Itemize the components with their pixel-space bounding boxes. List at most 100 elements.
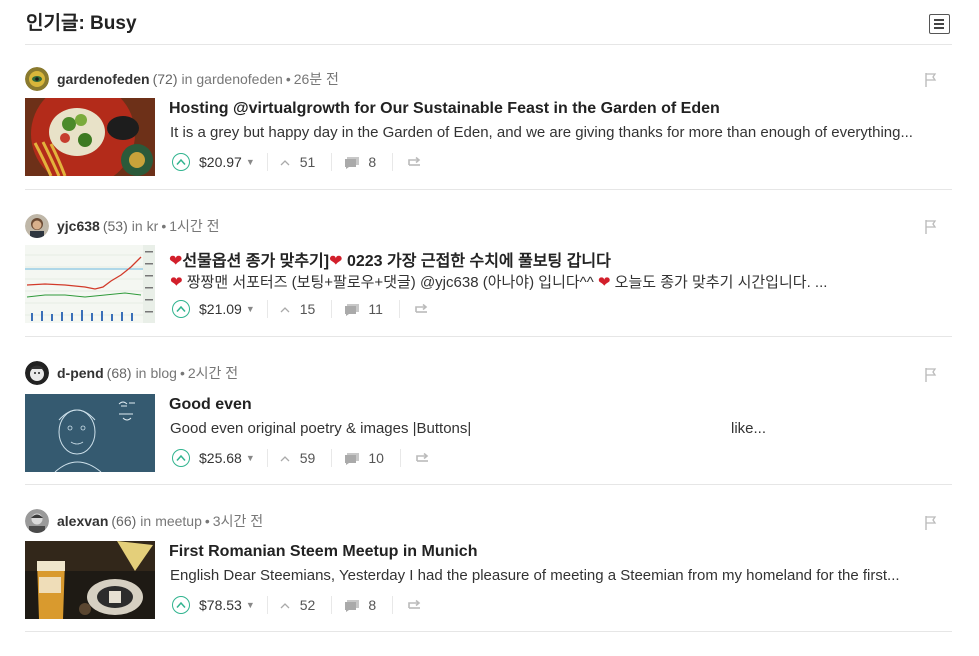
flag-icon[interactable] — [924, 367, 938, 383]
payout-value[interactable]: $78.53 — [199, 597, 242, 613]
reputation: (72) — [152, 71, 178, 87]
votes-count: 15 — [299, 301, 316, 317]
reblog-icon[interactable] — [407, 156, 423, 168]
post-time: 26분 전 — [293, 71, 339, 87]
votes-count-wrap[interactable]: 15 — [280, 301, 316, 317]
heart-icon: ❤ — [329, 253, 343, 270]
payout-value[interactable]: $20.97 — [199, 154, 242, 170]
comments-count: 11 — [368, 301, 383, 317]
chevron-up-icon — [280, 602, 290, 608]
comments-link[interactable]: 10 — [344, 450, 384, 466]
divider — [392, 153, 394, 171]
payout-value[interactable]: $21.09 — [199, 301, 242, 317]
post-card: d-pend (68) in blog • 2시간 전 Good even Go… — [25, 337, 952, 485]
post-time: 2시간 전 — [187, 365, 239, 381]
flag-icon[interactable] — [924, 72, 938, 88]
post-title[interactable]: Good even — [169, 396, 949, 414]
comments-link[interactable]: 8 — [344, 154, 376, 170]
category-link[interactable]: blog — [150, 365, 176, 381]
upvote-button[interactable] — [172, 300, 190, 318]
post-footer: $20.97 ▼ 51 8 — [172, 152, 423, 172]
heart-icon: ❤ — [597, 274, 611, 291]
in-label: in — [140, 513, 152, 529]
upvote-button[interactable] — [172, 596, 190, 614]
post-excerpt[interactable]: English Dear Steemians, Yesterday I had … — [170, 567, 948, 584]
in-label: in — [181, 71, 193, 87]
chevron-up-icon — [280, 159, 290, 165]
divider — [266, 300, 268, 318]
reblog-icon[interactable] — [407, 599, 423, 611]
reputation: (68) — [106, 365, 132, 381]
post-thumbnail[interactable] — [25, 541, 155, 619]
in-label: in — [135, 365, 147, 381]
avatar[interactable] — [25, 67, 49, 91]
reputation: (66) — [111, 513, 137, 529]
divider — [266, 596, 268, 614]
post-excerpt[interactable]: It is a grey but happy day in the Garden… — [170, 124, 948, 141]
votes-count: 52 — [299, 597, 316, 613]
post-time: 1시간 전 — [169, 218, 220, 234]
post-card: alexvan (66) in meetup • 3시간 전 First Rom… — [25, 485, 952, 632]
comments-icon — [345, 599, 360, 612]
upvote-button[interactable] — [172, 153, 190, 171]
post-title-text: 선물옵션 종가 맞추기] — [182, 253, 330, 270]
heart-icon: ❤ — [170, 274, 183, 291]
category-link[interactable]: gardenofeden — [196, 71, 282, 87]
author-name[interactable]: yjc638 — [57, 218, 100, 234]
author-name[interactable]: d-pend — [57, 365, 104, 381]
author-name[interactable]: gardenofeden — [57, 71, 150, 87]
comments-link[interactable]: 11 — [344, 301, 383, 317]
post-title-text: 0223 가장 근접한 수치에 풀보팅 갑니다 — [342, 253, 611, 270]
flag-icon[interactable] — [924, 515, 938, 531]
chevron-down-icon[interactable]: ▼ — [246, 600, 255, 610]
post-footer: $21.09 ▼ 15 11 — [172, 299, 430, 319]
divider — [331, 596, 333, 614]
separator: • — [204, 513, 210, 529]
post-footer: $78.53 ▼ 52 8 — [172, 595, 423, 615]
chevron-down-icon[interactable]: ▼ — [246, 157, 255, 167]
chevron-down-icon[interactable]: ▼ — [246, 453, 255, 463]
chevron-up-icon — [280, 306, 290, 312]
category-link[interactable]: kr — [147, 218, 159, 234]
avatar[interactable] — [25, 509, 49, 533]
post-thumbnail[interactable] — [25, 394, 155, 472]
post-title[interactable]: First Romanian Steem Meetup in Munich — [169, 543, 949, 561]
avatar[interactable] — [25, 361, 49, 385]
list-view-icon[interactable] — [929, 14, 950, 34]
reputation: (53) — [102, 218, 128, 234]
chevron-down-icon[interactable]: ▼ — [246, 304, 255, 314]
avatar[interactable] — [25, 214, 49, 238]
separator: • — [161, 218, 167, 234]
comments-icon — [345, 156, 360, 169]
post-excerpt-text: 오늘도 종가 맞추기 시간입니다. ... — [610, 274, 828, 291]
post-meta: gardenofeden (72) in gardenofeden • 26분 … — [25, 67, 339, 91]
post-thumbnail[interactable] — [25, 98, 155, 176]
flag-icon[interactable] — [924, 219, 938, 235]
upvote-button[interactable] — [172, 449, 190, 467]
divider — [392, 596, 394, 614]
in-label: in — [131, 218, 143, 234]
post-excerpt-text: Good even original poetry & images |Butt… — [170, 420, 472, 437]
page-header: 인기글: Busy — [25, 0, 952, 45]
post-title[interactable]: Hosting @virtualgrowth for Our Sustainab… — [169, 100, 949, 118]
reblog-icon[interactable] — [414, 303, 430, 315]
post-excerpt[interactable]: Good even original poetry & images |Butt… — [170, 420, 948, 437]
divider — [331, 153, 333, 171]
comments-count: 8 — [368, 597, 377, 613]
post-excerpt-text: 짱짱맨 서포터즈 (보팅+팔로우+댓글) @yjc638 (아나야) 입니다^^ — [182, 274, 598, 291]
author-name[interactable]: alexvan — [57, 513, 108, 529]
votes-count-wrap[interactable]: 52 — [280, 597, 316, 613]
comments-icon — [345, 303, 360, 316]
post-excerpt-tail: like... — [731, 420, 767, 437]
category-link[interactable]: meetup — [155, 513, 202, 529]
post-thumbnail[interactable] — [25, 245, 155, 323]
reblog-icon[interactable] — [415, 452, 431, 464]
votes-count-wrap[interactable]: 51 — [280, 154, 315, 170]
payout-value[interactable]: $25.68 — [199, 450, 242, 466]
comments-link[interactable]: 8 — [344, 597, 376, 613]
post-meta: d-pend (68) in blog • 2시간 전 — [25, 361, 238, 385]
post-title[interactable]: ❤선물옵션 종가 맞추기]❤ 0223 가장 근접한 수치에 풀보팅 갑니다 — [169, 247, 949, 271]
post-excerpt[interactable]: ❤ 짱짱맨 서포터즈 (보팅+팔로우+댓글) @yjc638 (아나야) 입니다… — [170, 271, 948, 292]
votes-count-wrap[interactable]: 59 — [280, 450, 315, 466]
heart-icon: ❤ — [169, 253, 183, 270]
